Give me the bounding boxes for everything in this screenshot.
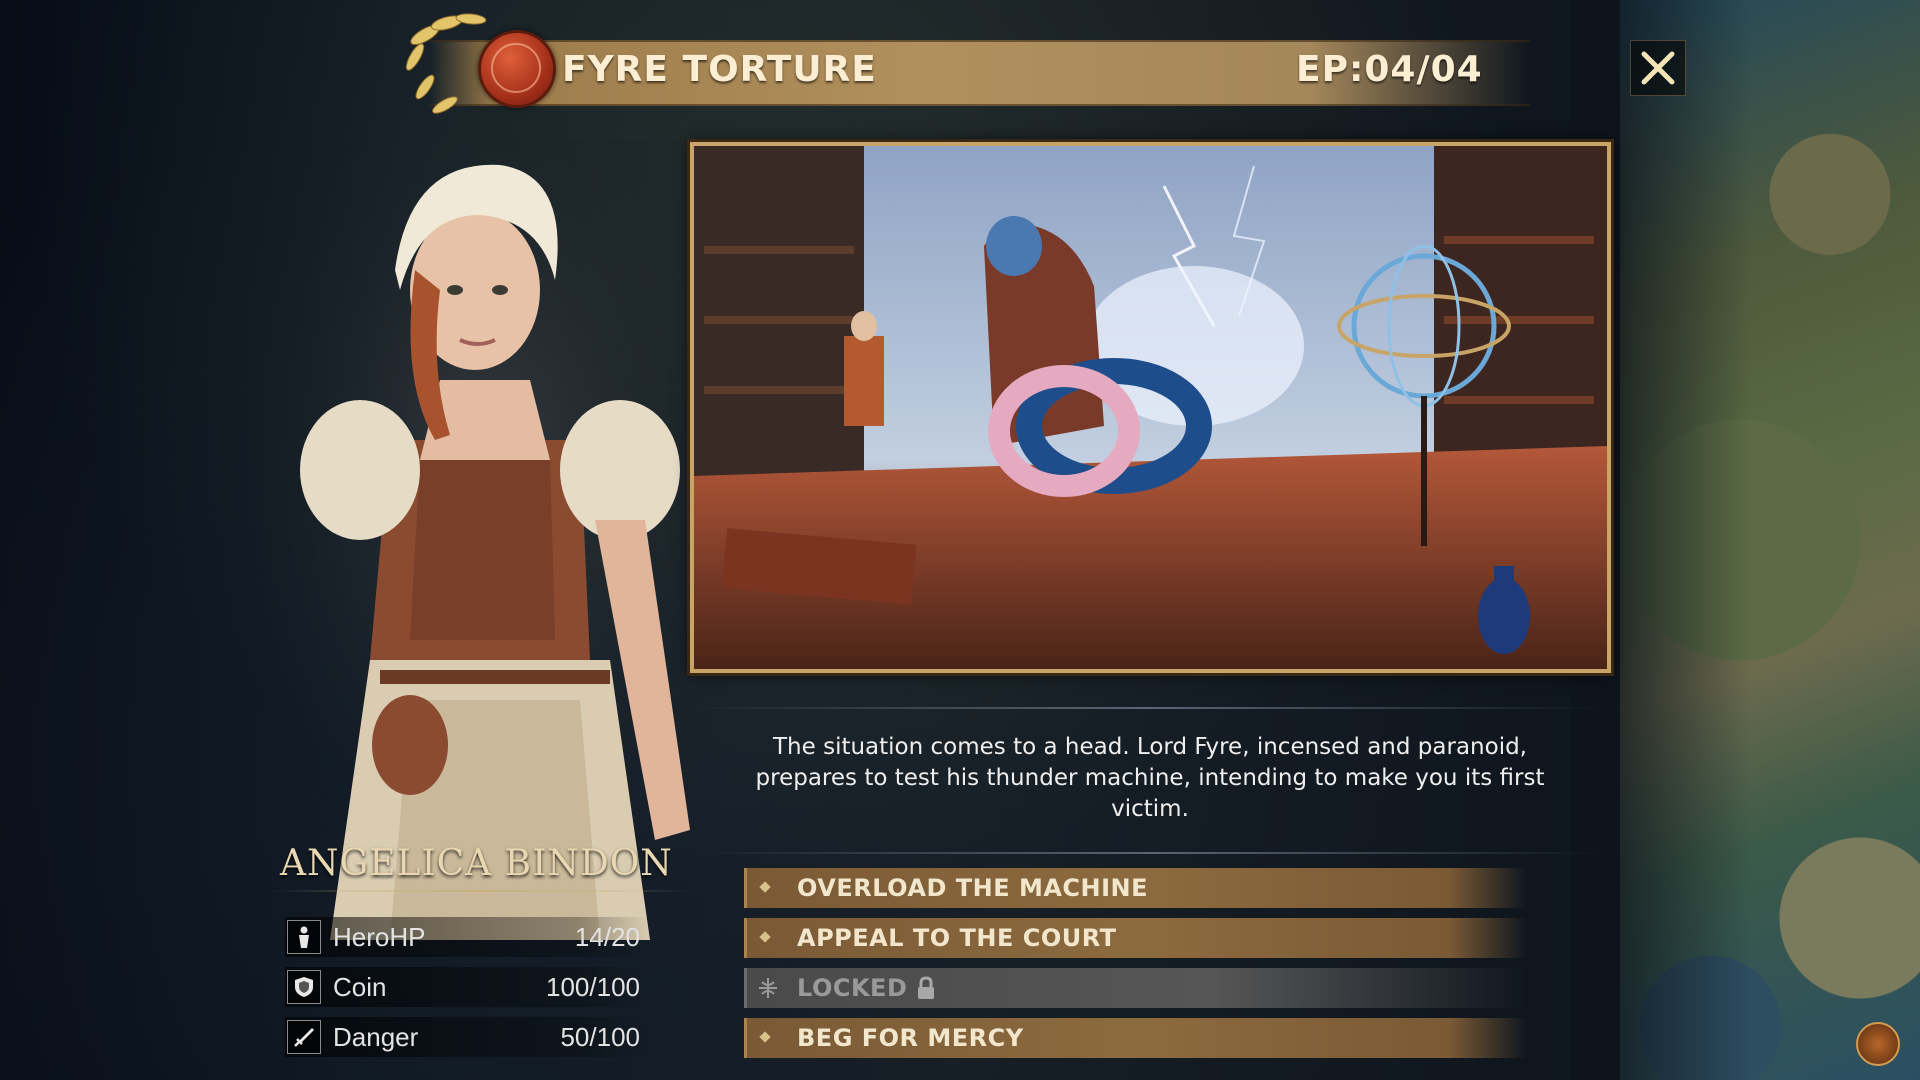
seal-ring xyxy=(491,43,541,93)
character-name: ANGELICA BINDON xyxy=(280,843,673,884)
stat-row-danger: Danger 50/100 xyxy=(285,1017,650,1057)
fleur-icon xyxy=(759,978,777,998)
choice-overload-machine[interactable]: OVERLOAD THE MACHINE xyxy=(744,868,1527,908)
stat-row-herohp: HeroHP 14/20 xyxy=(285,917,650,957)
dagger-icon xyxy=(287,1020,321,1054)
choice-label: BEG FOR MERCY xyxy=(797,1024,1024,1052)
divider-bottom xyxy=(700,852,1603,854)
faction-emblem-icon[interactable] xyxy=(1856,1022,1900,1066)
scene-image xyxy=(694,146,1607,669)
episode-counter: EP:04/04 xyxy=(1296,49,1483,90)
choice-appeal-court[interactable]: APPEAL TO THE COURT xyxy=(744,918,1527,958)
diamond-bullet-icon xyxy=(759,1031,771,1043)
stat-value: 50/100 xyxy=(560,1022,640,1052)
divider-top xyxy=(690,707,1603,709)
close-button[interactable] xyxy=(1630,40,1686,96)
character-portrait xyxy=(250,140,730,940)
choice-label: APPEAL TO THE COURT xyxy=(797,924,1117,952)
name-underline xyxy=(270,890,690,892)
choice-label: OVERLOAD THE MACHINE xyxy=(797,874,1149,902)
narrative-text: The situation comes to a head. Lord Fyre… xyxy=(755,734,1545,822)
choice-beg-mercy[interactable]: BEG FOR MERCY xyxy=(744,1018,1527,1058)
stat-value: 100/100 xyxy=(546,972,640,1002)
padlock-icon xyxy=(918,976,934,999)
stat-row-coin: Coin 100/100 xyxy=(285,967,650,1007)
diamond-bullet-icon xyxy=(759,931,771,943)
stat-label: Danger xyxy=(333,1022,419,1052)
stat-label: Coin xyxy=(333,972,387,1002)
shield-coin-icon xyxy=(287,970,321,1004)
diamond-bullet-icon xyxy=(759,881,771,893)
scene-illustration xyxy=(690,142,1611,673)
choice-label: LOCKED xyxy=(797,974,908,1002)
hero-figure-icon xyxy=(287,920,321,954)
choice-locked: LOCKED xyxy=(744,968,1527,1008)
event-title: FYRE TORTURE xyxy=(562,49,877,90)
fyre-seal-icon xyxy=(478,30,556,108)
close-x-icon xyxy=(1641,51,1675,85)
stat-value: 14/20 xyxy=(574,922,640,952)
stat-label: HeroHP xyxy=(333,922,426,952)
